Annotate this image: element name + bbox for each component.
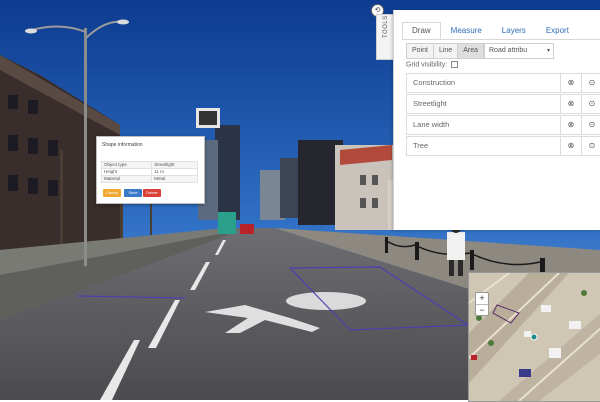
list-item: Lane width ⊗ ⊙: [406, 115, 600, 135]
attribute-label: Material: [100, 175, 153, 183]
layer-name: Lane width: [413, 120, 450, 129]
tabs-divider: [402, 39, 600, 40]
tools-tabs: Draw Measure Layers Export: [402, 22, 579, 39]
chevron-down-icon: ▾: [546, 48, 550, 54]
tools-panel: Draw Measure Layers Export Point Line Ar…: [393, 10, 600, 230]
line-mode-button[interactable]: Line: [432, 43, 459, 59]
eye-icon[interactable]: ⊙: [581, 116, 600, 134]
attribute-label: Height: [100, 168, 153, 176]
table-row: Object type Streetlight: [100, 161, 198, 169]
minimap-zoom-control: + −: [475, 292, 489, 316]
layer-name: Streetlight: [413, 99, 447, 108]
attribute-value: Metal: [151, 175, 198, 183]
attribute-value: 11 m: [151, 168, 198, 176]
zoom-in-button[interactable]: +: [476, 293, 488, 305]
attribute-value: Streetlight: [151, 161, 198, 169]
layer-list: Construction ⊗ ⊙ Streetlight ⊗ ⊙ Lane wi…: [406, 73, 600, 157]
draw-mode-group: Point Line Area Road attribu ▾: [406, 43, 554, 59]
attribute-select[interactable]: Road attribu ▾: [484, 43, 554, 59]
table-row: Material Metal: [100, 175, 198, 183]
list-item: Tree ⊗ ⊙: [406, 136, 600, 156]
grid-visibility-label: Grid visibility:: [406, 61, 448, 69]
area-mode-button[interactable]: Area: [457, 43, 484, 59]
list-item: Streetlight ⊗ ⊙: [406, 94, 600, 114]
target-icon[interactable]: ⊗: [560, 137, 581, 155]
minimap[interactable]: + −: [468, 272, 600, 402]
tab-layers[interactable]: Layers: [492, 22, 536, 39]
point-mode-button[interactable]: Point: [406, 43, 434, 59]
target-icon[interactable]: ⊗: [560, 74, 581, 92]
layer-name: Tree: [413, 141, 429, 150]
tools-tab-label: TOOLS: [383, 15, 389, 38]
grid-visibility: Grid visibility:: [406, 61, 459, 69]
tab-measure[interactable]: Measure: [441, 22, 492, 39]
target-icon[interactable]: ⊗: [560, 116, 581, 134]
shape-attributes-table: Object type Streetlight Height 11 m Mate…: [100, 161, 198, 183]
attribute-select-value: Road attribu: [489, 47, 528, 54]
eye-icon[interactable]: ⊙: [581, 137, 600, 155]
cancel-button[interactable]: Cancel: [103, 189, 121, 197]
grid-visibility-checkbox[interactable]: [451, 61, 459, 68]
zoom-out-button[interactable]: −: [476, 305, 488, 316]
layer-name: Construction: [413, 78, 456, 87]
tools-side-tab[interactable]: TOOLS: [376, 14, 394, 60]
tab-export[interactable]: Export: [536, 22, 579, 39]
table-row: Height 11 m: [100, 168, 198, 176]
attribute-label: Object type: [100, 161, 153, 169]
target-icon[interactable]: ⊗: [560, 95, 581, 113]
eye-icon[interactable]: ⊙: [581, 74, 600, 92]
popup-title: Shape information: [102, 142, 143, 148]
tab-draw[interactable]: Draw: [402, 22, 441, 39]
save-button[interactable]: Save: [124, 189, 142, 197]
list-item: Construction ⊗ ⊙: [406, 73, 600, 93]
delete-button[interactable]: Delete: [143, 189, 161, 197]
shape-information-popup: Shape information Object type Streetligh…: [96, 136, 205, 204]
eye-icon[interactable]: ⊙: [581, 95, 600, 113]
